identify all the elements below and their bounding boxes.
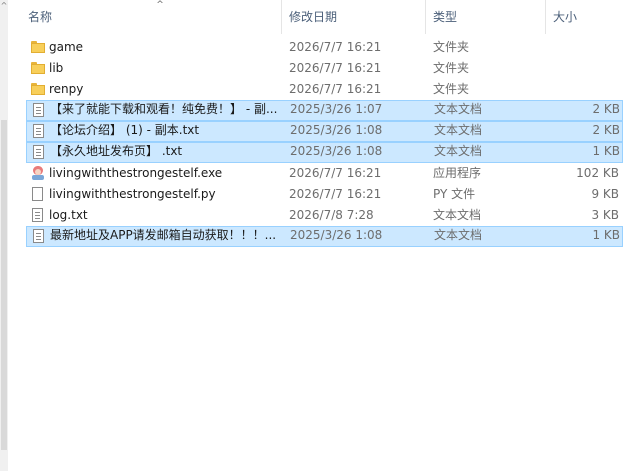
file-modified-date: 2025/3/26 1:07 (290, 102, 383, 116)
file-name: 最新地址及APP请发邮箱自动获取！！！... (50, 228, 277, 242)
py-file-icon (30, 184, 46, 205)
file-type: 文件夹 (433, 61, 470, 75)
file-name: 【论坛介绍】 (1) - 副本.txt (50, 123, 200, 137)
file-name: lib (49, 61, 64, 75)
file-type: 文本文档 (434, 123, 483, 137)
column-header-date[interactable]: 修改日期 (282, 0, 426, 34)
file-row[interactable]: 【论坛介绍】 (1) - 副本.txt 2025/3/26 1:08 文本文档 2 K… (26, 121, 623, 142)
file-size: 9 KB (591, 187, 619, 201)
file-name: game (49, 40, 84, 54)
file-row[interactable]: livingwiththestrongestelf.exe 2026/7/7 16… (26, 163, 623, 184)
file-type: 文件夹 (433, 40, 470, 54)
file-name: log.txt (49, 208, 88, 222)
file-type: 文件夹 (433, 82, 470, 96)
left-scrollbar[interactable]: ^ (0, 0, 8, 471)
column-header-size[interactable]: 大小 (546, 0, 623, 34)
file-name: livingwiththestrongestelf.py (49, 187, 216, 201)
text-file-icon (31, 142, 47, 161)
file-explorer-view: ^ 名称 ^ 修改日期 类型 大小 game 2026/7/7 16:21 文件夹 l… (0, 0, 623, 471)
text-file-icon (31, 226, 47, 245)
scrollbar-thumb[interactable] (1, 120, 7, 450)
file-modified-date: 2025/3/26 1:08 (290, 144, 383, 158)
file-row[interactable]: 最新地址及APP请发邮箱自动获取！！！... 2025/3/26 1:08 文本文档… (26, 226, 623, 247)
column-header-name[interactable]: 名称 (8, 0, 282, 34)
file-row[interactable]: 【永久地址发布页】 .txt 2025/3/26 1:08 文本文档 1 KB (26, 142, 623, 163)
file-modified-date: 2026/7/7 16:21 (289, 166, 382, 180)
file-size: 1 KB (592, 228, 620, 242)
scroll-up-arrow-icon[interactable]: ^ (0, 2, 8, 10)
file-row[interactable]: lib 2026/7/7 16:21 文件夹 (26, 58, 623, 79)
file-type: 文本文档 (434, 102, 483, 116)
text-file-icon (31, 100, 47, 119)
file-row[interactable]: renpy 2026/7/7 16:21 文件夹 (26, 79, 623, 100)
file-row[interactable]: livingwiththestrongestelf.py 2026/7/7 16:… (26, 184, 623, 205)
folder-icon (30, 37, 46, 58)
file-name: 【永久地址发布页】 .txt (50, 144, 183, 158)
folder-icon (30, 79, 46, 100)
column-header-bar: 名称 ^ 修改日期 类型 大小 (8, 0, 623, 34)
file-size: 1 KB (592, 144, 620, 158)
file-name: 【来了就能下载和观看！纯免费！】 - 副... (50, 102, 278, 116)
file-type: PY 文件 (433, 187, 476, 201)
file-name: livingwiththestrongestelf.exe (49, 166, 223, 180)
folder-icon (30, 58, 46, 79)
application-icon (30, 163, 46, 184)
file-list: game 2026/7/7 16:21 文件夹 lib 2026/7/7 16:21 文件… (26, 37, 623, 247)
file-modified-date: 2026/7/7 16:21 (289, 187, 382, 201)
file-row[interactable]: log.txt 2026/7/8 7:28 文本文档 3 KB (26, 205, 623, 226)
file-modified-date: 2026/7/7 16:21 (289, 40, 382, 54)
file-row[interactable]: 【来了就能下载和观看！纯免费！】 - 副... 2025/3/26 1:07 文本文… (26, 100, 623, 121)
file-type: 文本文档 (433, 208, 482, 222)
file-modified-date: 2026/7/8 7:28 (289, 208, 374, 222)
sort-ascending-icon: ^ (156, 0, 164, 10)
file-row[interactable]: game 2026/7/7 16:21 文件夹 (26, 37, 623, 58)
file-type: 文本文档 (434, 228, 483, 242)
text-file-icon (31, 121, 47, 140)
file-size: 2 KB (592, 102, 620, 116)
file-modified-date: 2025/3/26 1:08 (290, 228, 383, 242)
file-size: 2 KB (592, 123, 620, 137)
file-type: 应用程序 (433, 166, 482, 180)
column-header-type[interactable]: 类型 (426, 0, 546, 34)
text-file-icon (30, 205, 46, 226)
file-name: renpy (49, 82, 84, 96)
file-modified-date: 2026/7/7 16:21 (289, 61, 382, 75)
file-size: 3 KB (591, 208, 619, 222)
file-modified-date: 2025/3/26 1:08 (290, 123, 383, 137)
file-size: 102 KB (576, 166, 619, 180)
file-modified-date: 2026/7/7 16:21 (289, 82, 382, 96)
file-type: 文本文档 (434, 144, 483, 158)
